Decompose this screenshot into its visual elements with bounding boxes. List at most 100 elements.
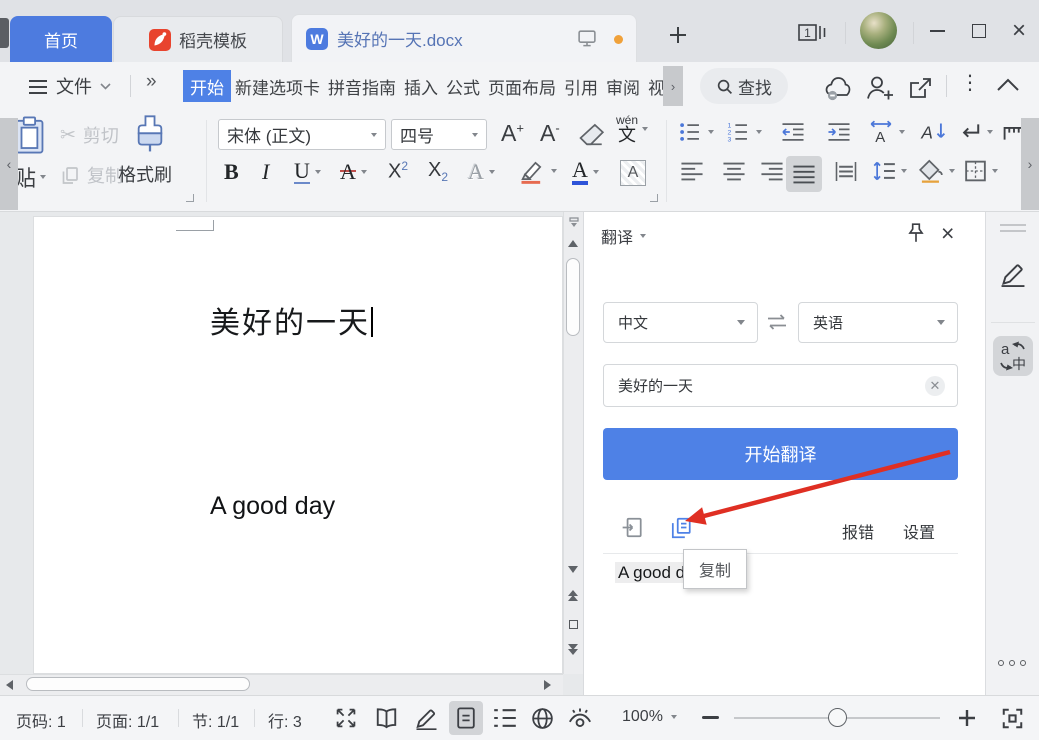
translate-input[interactable]: 美好的一天 ✕ (603, 364, 958, 407)
hamburger-menu-icon[interactable] (28, 79, 48, 95)
font-name-combo[interactable]: 宋体 (正文) (218, 119, 386, 150)
next-page-button[interactable] (568, 644, 578, 655)
print-layout-icon-selected[interactable] (449, 701, 483, 735)
italic-button[interactable]: I (262, 159, 269, 185)
close-button[interactable]: × (1006, 18, 1032, 44)
document-page[interactable] (33, 216, 563, 674)
ribbon-tab-formula[interactable]: 公式 (442, 70, 484, 102)
ribbon-tab-home[interactable]: 开始 (183, 70, 231, 102)
shading-button[interactable] (918, 158, 955, 183)
start-translate-button[interactable]: 开始翻译 (603, 428, 958, 480)
maximize-button[interactable] (966, 18, 992, 44)
scroll-up-arrow[interactable] (568, 240, 578, 247)
subscript-button[interactable]: X2 (428, 159, 448, 184)
ribbon-tab-view[interactable]: 视图 (644, 70, 663, 102)
vertical-scroll-thumb[interactable] (566, 258, 580, 336)
share-icon[interactable] (906, 73, 936, 103)
copy-button[interactable]: 复制 (60, 162, 123, 188)
paste-icon[interactable] (13, 115, 47, 155)
character-shading-button[interactable]: A (620, 160, 646, 186)
decrease-indent-button[interactable] (780, 122, 806, 142)
clipboard-group-expander[interactable] (186, 194, 194, 202)
borders-button[interactable] (964, 160, 998, 182)
clear-input-icon[interactable]: ✕ (925, 376, 945, 396)
text-effects-button[interactable]: A (468, 159, 495, 185)
wrap-break-button[interactable] (958, 122, 993, 142)
collapse-left-strip[interactable]: ‹ (0, 118, 18, 210)
more-tools-dots[interactable] (998, 660, 1026, 666)
minimize-button[interactable] (924, 18, 950, 44)
file-menu[interactable]: 文件 (56, 73, 111, 99)
fit-page-icon[interactable] (1000, 706, 1025, 731)
copy-result-icon[interactable] (669, 516, 693, 540)
clear-format-eraser-icon[interactable] (578, 122, 606, 146)
ribbon-tab-newtab[interactable]: 新建选项卡 (231, 70, 324, 102)
numbered-list-button[interactable]: 123 (726, 122, 762, 142)
read-mode-icon[interactable] (374, 706, 399, 730)
ribbon-tab-review[interactable]: 审阅 (602, 70, 644, 102)
zoom-out-button[interactable] (702, 716, 719, 719)
underline-button[interactable]: U (294, 159, 321, 184)
strikethrough-button[interactable]: A (340, 159, 367, 185)
horizontal-scrollbar[interactable] (0, 674, 563, 695)
select-browse-object-button[interactable] (569, 620, 578, 629)
highlight-button[interactable] (518, 158, 557, 184)
fullscreen-icon[interactable] (334, 706, 358, 730)
collapse-ribbon-icon[interactable] (996, 78, 1020, 92)
align-right-button[interactable] (760, 162, 784, 181)
align-center-button[interactable] (722, 162, 746, 181)
user-avatar[interactable] (860, 12, 897, 49)
font-color-button[interactable]: A (572, 159, 599, 185)
previous-page-button[interactable] (568, 590, 578, 601)
justify-button-selected[interactable] (786, 156, 822, 192)
superscript-button[interactable]: X2 (388, 159, 408, 184)
presentation-monitor-icon[interactable] (576, 28, 598, 49)
status-line[interactable]: 行: 3 (268, 708, 302, 732)
scroll-down-arrow[interactable] (568, 566, 578, 573)
expand-tabs-chevrons[interactable]: » (146, 71, 157, 93)
source-language-select[interactable]: 中文 (603, 302, 758, 343)
status-section[interactable]: 节: 1/1 (192, 708, 239, 732)
ribbon-tab-page-layout[interactable]: 页面布局 (484, 70, 560, 102)
panel-title[interactable]: 翻译 (601, 224, 646, 248)
status-pages[interactable]: 页面: 1/1 (96, 708, 159, 732)
format-painter-button[interactable]: 格式刷 (118, 161, 172, 187)
zoom-slider-thumb[interactable] (828, 708, 847, 727)
ribbon-tab-references[interactable]: 引用 (560, 70, 602, 102)
increase-indent-button[interactable] (826, 122, 852, 142)
pinyin-guide-button[interactable]: wén 文 (616, 114, 648, 144)
target-language-select[interactable]: 英语 (798, 302, 958, 343)
panel-close-icon[interactable]: × (941, 220, 954, 247)
tab-docer[interactable]: 稻壳模板 (113, 16, 283, 62)
more-tabs-button[interactable]: › (663, 66, 683, 106)
pin-icon[interactable] (905, 222, 927, 244)
swap-languages-icon[interactable] (765, 312, 789, 332)
vertical-scrollbar[interactable] (563, 212, 583, 674)
decrease-font-button[interactable]: A- (540, 120, 560, 147)
window-list-button[interactable]: 1 (797, 22, 831, 44)
bullet-list-button[interactable] (678, 122, 714, 142)
translate-tool-active[interactable]: a 中 (993, 336, 1033, 376)
horizontal-scroll-thumb[interactable] (26, 677, 250, 691)
ruler-toggle-icon[interactable] (568, 217, 580, 228)
new-tab-button[interactable] (666, 23, 690, 47)
line-spacing-button[interactable] (872, 160, 907, 182)
settings-link[interactable]: 设置 (903, 519, 935, 543)
distribute-button[interactable] (834, 162, 858, 181)
zoom-in-button[interactable] (958, 709, 976, 727)
tab-home[interactable]: 首页 (10, 16, 112, 62)
more-options-icon[interactable]: ⋮ (960, 70, 980, 95)
invite-user-icon[interactable] (864, 73, 896, 103)
bold-button[interactable]: B (224, 159, 239, 185)
ink-edit-icon[interactable] (414, 706, 439, 730)
cut-button[interactable]: ✂ 剪切 (60, 122, 119, 148)
text-direction-button[interactable]: A (920, 120, 948, 143)
increase-font-button[interactable]: A+ (501, 120, 524, 147)
tab-document[interactable]: W 美好的一天.docx (291, 14, 637, 62)
cloud-sync-icon[interactable] (822, 74, 856, 102)
status-page-number[interactable]: 页码: 1 (16, 708, 66, 732)
zoom-level-select[interactable]: 100% (622, 708, 677, 726)
scroll-right-arrow[interactable] (544, 680, 551, 690)
font-group-expander[interactable] (650, 194, 658, 202)
web-layout-globe-icon[interactable] (530, 706, 555, 731)
